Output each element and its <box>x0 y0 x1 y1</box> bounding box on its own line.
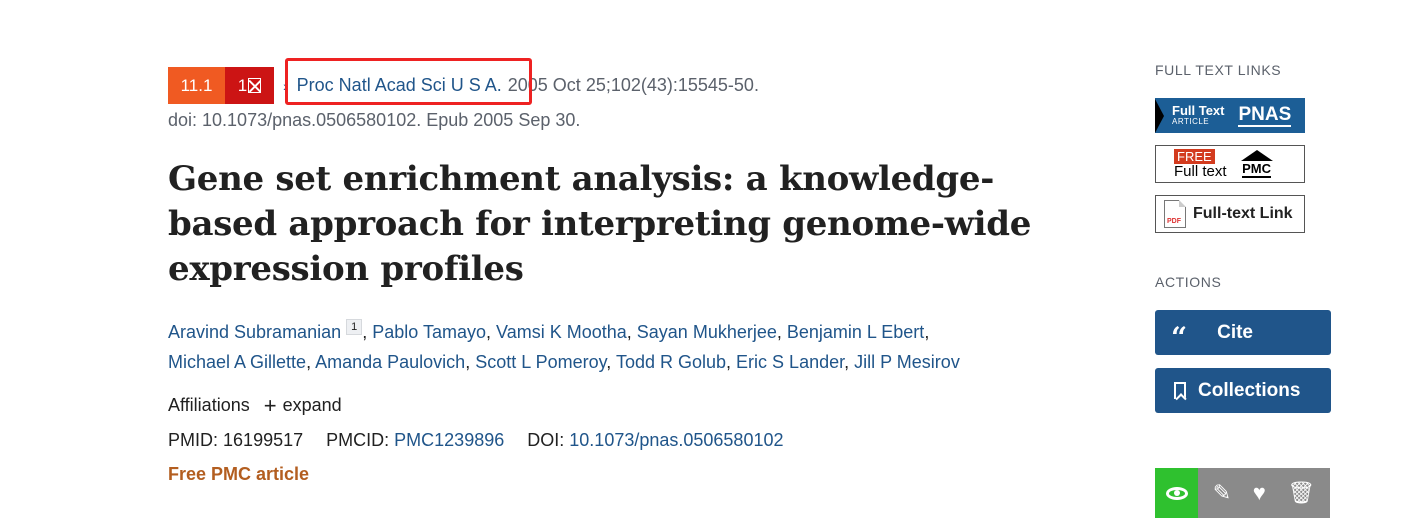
cite-button[interactable]: “ Cite <box>1155 310 1331 355</box>
pnas-logo: PNAS <box>1238 103 1292 127</box>
collections-label: Collections <box>1198 379 1301 401</box>
quote-icon: “ <box>1171 320 1188 354</box>
toolbar-actions: ✎ ♥ 🗑 <box>1198 468 1330 518</box>
pmc-logo-icon: PMC <box>1240 150 1273 178</box>
expand-affiliations-button[interactable]: expand <box>283 395 342 416</box>
affiliations-row: Affiliations + expand <box>168 394 342 416</box>
collections-button[interactable]: Collections <box>1155 368 1331 413</box>
author-link[interactable]: Jill P Mesirov <box>854 352 960 372</box>
doi-epub-line: doi: 10.1073/pnas.0506580102. Epub 2005 … <box>168 110 581 130</box>
pmc-full-text-label: Full text <box>1174 163 1227 180</box>
author-link[interactable]: Pablo Tamayo <box>372 322 486 342</box>
citation-row: 11.1 1 › Proc Natl Acad Sci U S A. 2005 … <box>168 58 759 105</box>
pdf-icon: PDF <box>1164 200 1186 228</box>
quartile-box-icon <box>248 78 262 93</box>
article-title: Gene set enrichment analysis: a knowledg… <box>168 159 1032 289</box>
pmc-free-tag: FREE <box>1174 149 1215 164</box>
doi-link[interactable]: 10.1073/pnas.0506580102 <box>569 430 783 450</box>
pmc-free-label: FREE Full text <box>1174 149 1227 179</box>
pmc-free-full-text-button[interactable]: FREE Full text PMC <box>1155 145 1305 183</box>
bookmark-icon <box>1174 382 1186 399</box>
author-link[interactable]: Amanda Paulovich <box>315 352 465 372</box>
authors-list: Aravind Subramanian 1, Pablo Tamayo, Vam… <box>168 319 960 372</box>
actions-heading: ACTIONS <box>1155 274 1222 290</box>
doi-label: DOI: <box>527 430 565 450</box>
pnas-full-text-label: Full Text ARTICLE <box>1172 102 1225 127</box>
free-pmc-article-label: Free PMC article <box>168 464 310 484</box>
author-link[interactable]: Aravind Subramanian <box>168 322 341 342</box>
trash-icon[interactable]: 🗑 <box>1287 482 1315 504</box>
journal-highlight-box <box>285 58 532 105</box>
affiliations-label: Affiliations <box>168 395 250 415</box>
full-text-link-label: Full-text Link <box>1193 205 1293 222</box>
author-link[interactable]: Vamsi K Mootha <box>496 322 627 342</box>
pmc-logo-text: PMC <box>1242 161 1271 178</box>
full-text-links-heading: FULL TEXT LINKS <box>1155 62 1282 78</box>
affiliation-ref[interactable]: 1 <box>346 319 363 335</box>
quartile-value: 1 <box>237 75 248 95</box>
floating-toolbar: ✎ ♥ 🗑 <box>1155 468 1330 518</box>
pmcid-link[interactable]: PMC1239896 <box>394 430 504 450</box>
pnas-line1: Full Text <box>1172 102 1225 118</box>
impact-factor-badge[interactable]: 11.1 <box>168 67 225 104</box>
pdf-icon-label: PDF <box>1167 218 1181 225</box>
plus-icon[interactable]: + <box>264 394 277 416</box>
pin-icon[interactable]: ✎ <box>1213 482 1231 504</box>
author-link[interactable]: Benjamin L Ebert <box>787 322 924 342</box>
author-link[interactable]: Michael A Gillette <box>168 352 306 372</box>
author-link[interactable]: Eric S Lander <box>736 352 844 372</box>
pnas-full-text-button[interactable]: Full Text ARTICLE PNAS <box>1155 98 1305 133</box>
identifiers-row: PMID: 16199517 PMCID: PMC1239896 DOI: 10… <box>168 430 784 451</box>
cite-label: Cite <box>1217 321 1254 343</box>
heart-icon[interactable]: ♥ <box>1253 482 1266 504</box>
pnas-triangle-icon <box>1155 98 1164 133</box>
eye-icon <box>1165 486 1188 500</box>
author-link[interactable]: Sayan Mukherjee <box>637 322 777 342</box>
pmcid-label: PMCID: <box>326 430 390 450</box>
pmid-value: 16199517 <box>223 430 304 450</box>
author-link[interactable]: Scott L Pomeroy <box>475 352 606 372</box>
author-link[interactable]: Todd R Golub <box>616 352 726 372</box>
toolbar-eye-button[interactable] <box>1155 468 1198 518</box>
citation-date-volume: 2005 Oct 25;102(43):15545-50. <box>507 75 759 95</box>
quartile-badge[interactable]: 1 <box>225 67 274 104</box>
full-text-link-button[interactable]: PDF Full-text Link <box>1155 195 1305 233</box>
pmid-label: PMID: <box>168 430 219 450</box>
